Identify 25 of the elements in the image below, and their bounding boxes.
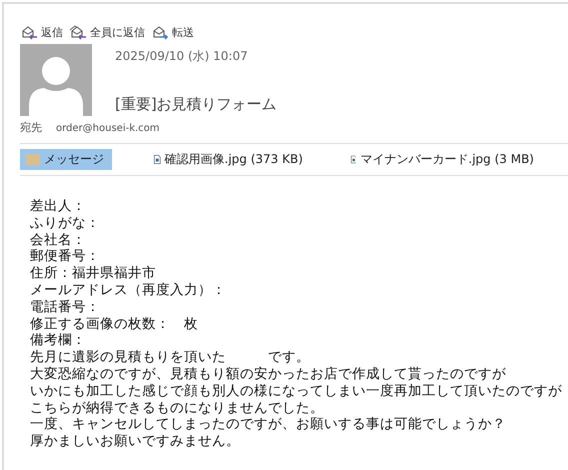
body-line: 住所：福井県福井市 xyxy=(30,265,156,282)
attachment-tab[interactable]: 確認用画像.jpg (373 KB) xyxy=(148,149,309,170)
attachment-tab[interactable]: メッセージ xyxy=(20,149,112,170)
body-line: 郵便番号： xyxy=(30,248,101,266)
body-line: メールアドレス（再度入力）： xyxy=(30,282,227,299)
body-line: 修正する画像の枚数： 枚 xyxy=(30,316,199,332)
recipient-address: order@housei-k.com xyxy=(56,123,160,134)
body-line: 備考欄： xyxy=(30,332,87,350)
body-line: 電話番号： xyxy=(30,298,101,316)
date-text: 2025/09/10 (水) 10:07 xyxy=(115,48,249,65)
to-label: 宛先 xyxy=(20,120,42,135)
toolbar-button[interactable]: 返信 xyxy=(20,24,63,40)
body-line: 会社名： xyxy=(30,232,87,248)
body-line: 厚かましいお願いですみません。 xyxy=(30,433,241,450)
body-line: こちらが納得できるものになりませんでした。 xyxy=(30,400,325,416)
toolbar-button[interactable]: 転送 xyxy=(151,24,194,40)
toolbar-button[interactable]: 全員に返信 xyxy=(69,24,145,40)
body-line: 一度、キャンセルしてしまったのですが、お願いする事は可能でしょうか？ xyxy=(30,416,507,434)
body-line: いかにも加工した感じで顔も別人の様になってしまい一度再加工して頂いたのですが xyxy=(30,382,563,400)
attachment-tab[interactable]: マイナンバーカード.jpg (3 MB) xyxy=(344,149,540,170)
body-line: 先月に遺影の見積もりを頂いた です。 xyxy=(30,349,311,366)
body-line: 差出人： xyxy=(30,198,87,215)
body-line: ふりがな： xyxy=(30,214,101,232)
body-line: 大変恐縮なのですが、見積もり額の安かったお店で作成して貰ったのですが xyxy=(30,366,507,383)
subject-text: [重要]お見積りフォーム xyxy=(115,95,277,114)
